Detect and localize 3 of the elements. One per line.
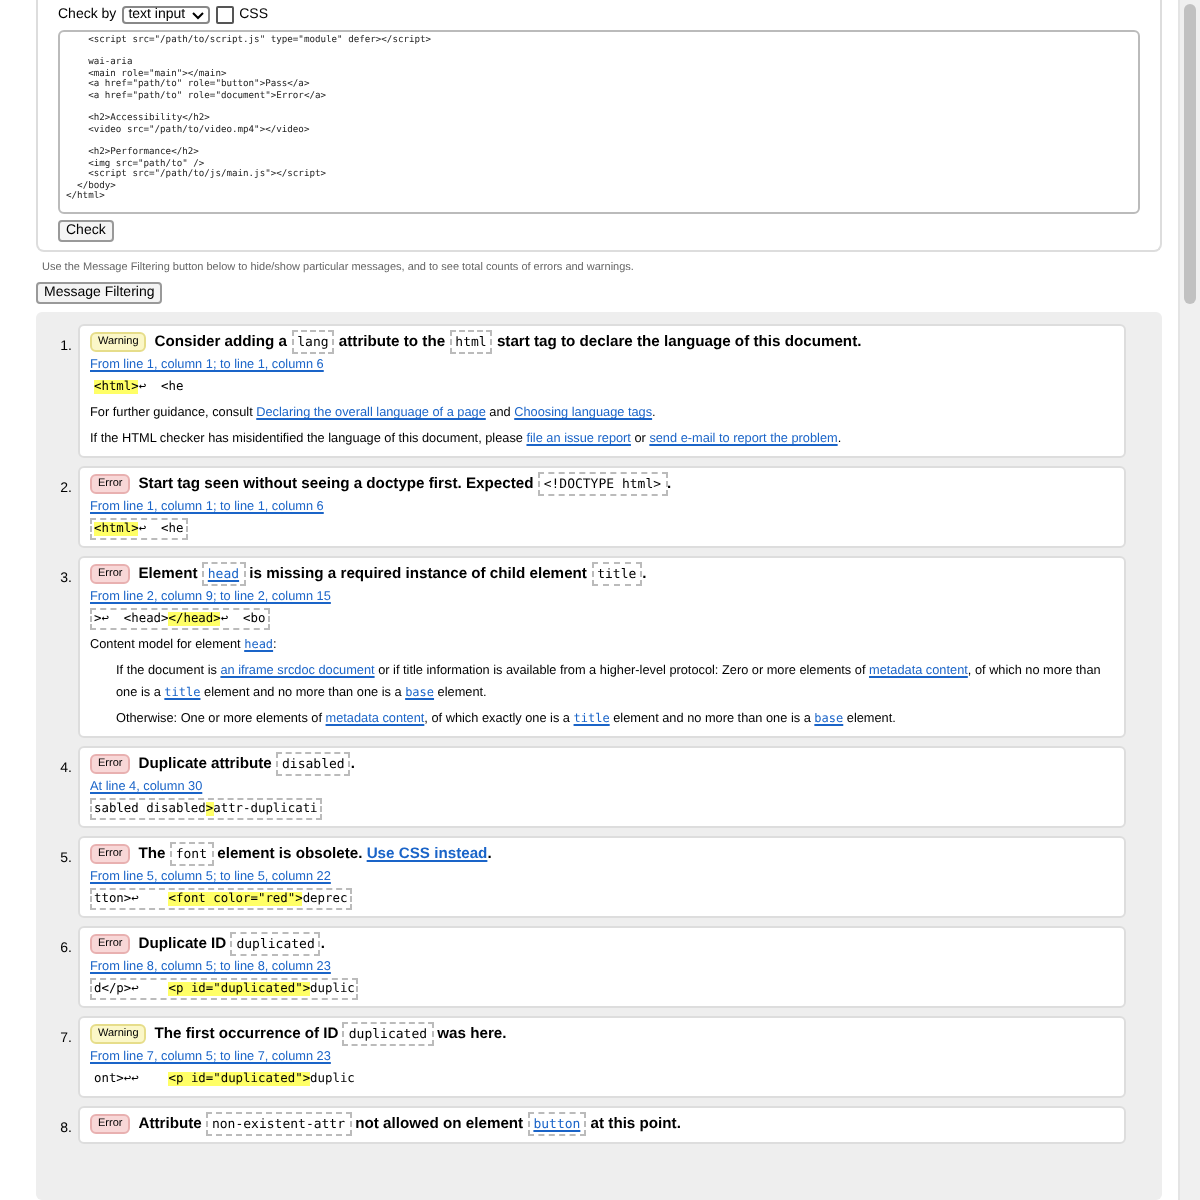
chevron-down-icon — [191, 11, 204, 19]
scrollbar[interactable] — [1178, 0, 1200, 1200]
css-checkbox[interactable] — [215, 6, 234, 24]
